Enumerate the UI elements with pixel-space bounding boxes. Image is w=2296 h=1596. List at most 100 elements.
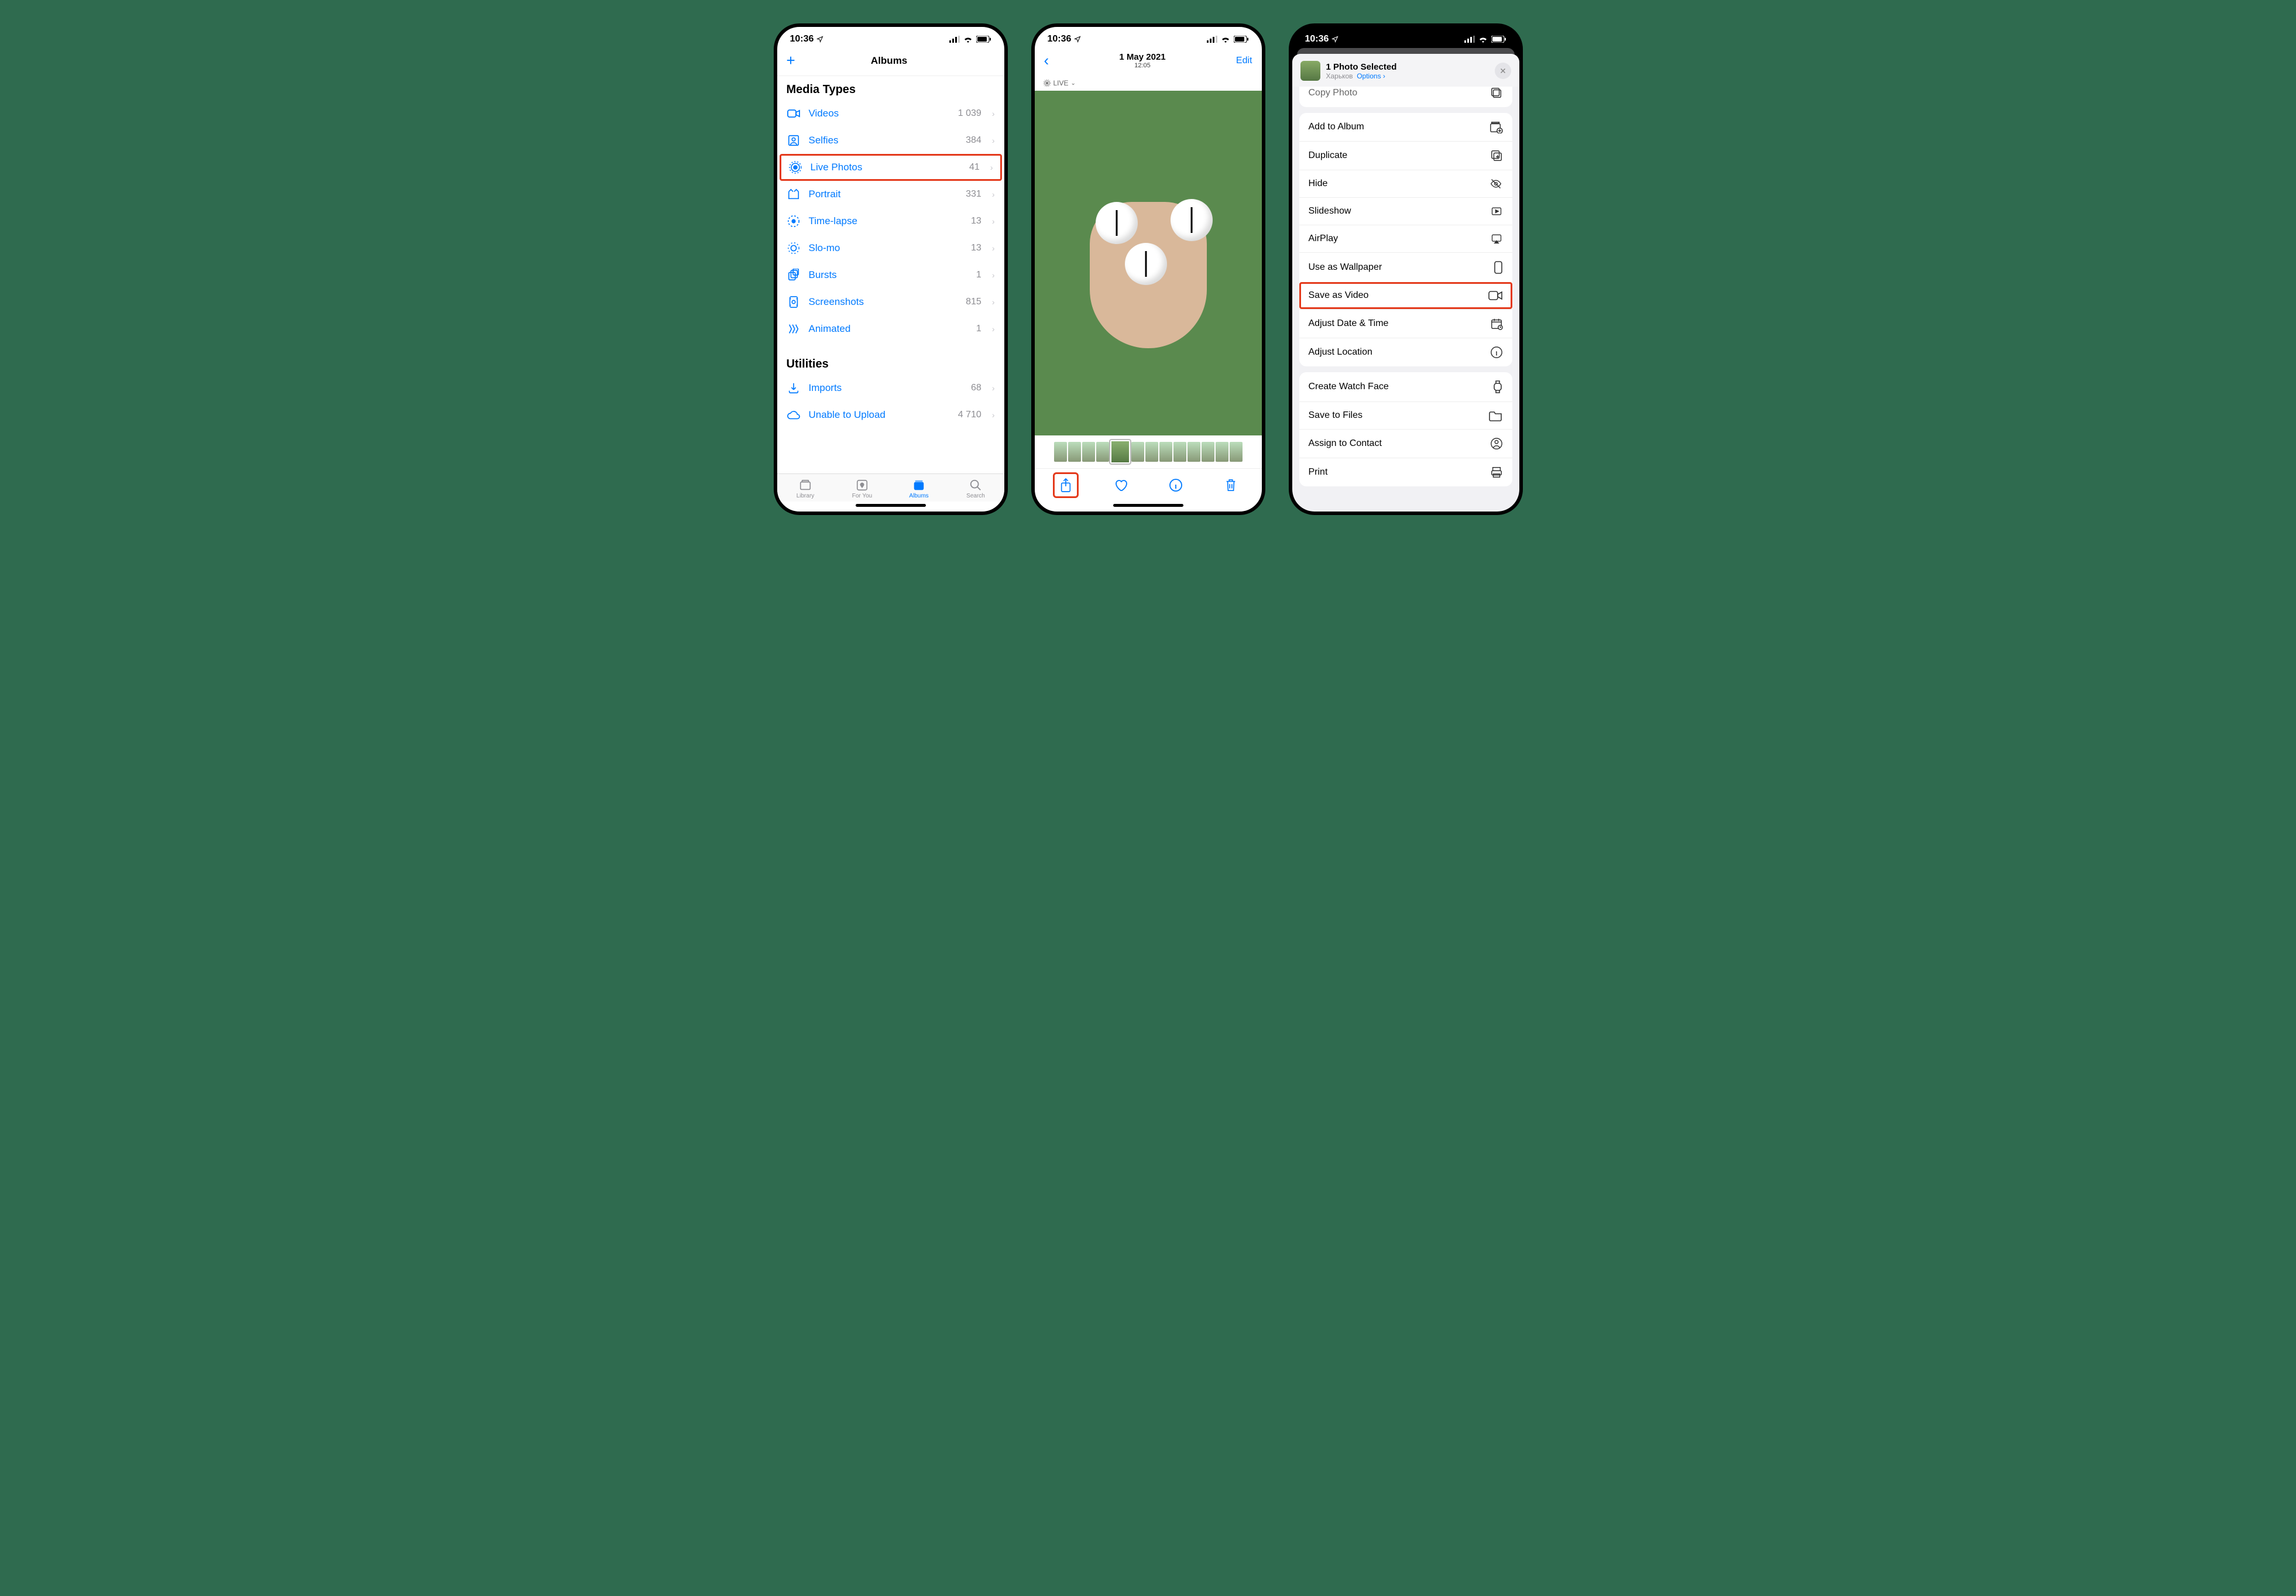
photo-nav-bar: ‹ 1 May 2021 12:05 Edit — [1035, 48, 1262, 75]
favorite-button[interactable] — [1108, 472, 1134, 498]
chevron-down-icon: ⌄ — [1071, 80, 1076, 87]
row-label: Selfies — [809, 135, 958, 146]
back-button[interactable]: ‹ — [1044, 52, 1049, 70]
action-group-1: Add to Album Duplicate Hide Slideshow Ai… — [1299, 113, 1512, 366]
action-add-to-album[interactable]: Add to Album — [1299, 113, 1512, 141]
row-live-photos[interactable]: Live Photos 41 › — [780, 154, 1002, 181]
row-portrait[interactable]: Portrait 331 › — [777, 181, 1004, 208]
action-duplicate[interactable]: Duplicate — [1299, 141, 1512, 170]
albums-content[interactable]: Media Types Videos 1 039 › Selfies 384 ›… — [777, 76, 1004, 473]
tab-search[interactable]: Search — [948, 479, 1004, 499]
row-imports[interactable]: Imports 68 › — [777, 375, 1004, 401]
thumb-item[interactable] — [1054, 442, 1067, 462]
tab-library[interactable]: Library — [777, 479, 834, 499]
action-label: Hide — [1309, 179, 1328, 189]
close-button[interactable] — [1495, 63, 1511, 79]
heart-icon — [1113, 478, 1128, 492]
status-bar: 10:36 — [777, 27, 1004, 48]
row-bursts[interactable]: Bursts 1 › — [777, 262, 1004, 289]
action-label: AirPlay — [1309, 234, 1339, 244]
share-button[interactable] — [1053, 472, 1079, 498]
row-timelapse[interactable]: Time-lapse 13 › — [777, 208, 1004, 235]
action-hide[interactable]: Hide — [1299, 170, 1512, 197]
selfie-icon — [787, 133, 801, 147]
tab-bar: Library For You Albums Search — [777, 473, 1004, 502]
photo-viewer[interactable] — [1035, 91, 1262, 435]
signal-icon — [1464, 36, 1475, 43]
action-assign-contact[interactable]: Assign to Contact — [1299, 429, 1512, 458]
location-icon — [816, 36, 823, 43]
wifi-icon — [1221, 36, 1230, 43]
share-title: 1 Photo Selected — [1326, 62, 1489, 72]
row-screenshots[interactable]: Screenshots 815 › — [777, 289, 1004, 315]
row-count: 13 — [971, 243, 981, 253]
action-airplay[interactable]: AirPlay — [1299, 225, 1512, 252]
action-wallpaper[interactable]: Use as Wallpaper — [1299, 252, 1512, 282]
row-animated[interactable]: Animated 1 › — [777, 315, 1004, 342]
action-adjust-location[interactable]: Adjust Location — [1299, 338, 1512, 366]
chevron-right-icon: › — [992, 383, 995, 393]
row-label: Live Photos — [811, 162, 962, 173]
status-time: 10:36 — [1048, 34, 1072, 44]
row-count: 331 — [966, 189, 981, 200]
thumb-item[interactable] — [1216, 442, 1228, 462]
thumb-item[interactable] — [1230, 442, 1243, 462]
status-time: 10:36 — [1305, 34, 1329, 44]
thumb-item[interactable] — [1096, 442, 1109, 462]
live-label: LIVE — [1053, 79, 1069, 87]
photo-content — [1090, 202, 1207, 348]
action-print[interactable]: Print — [1299, 458, 1512, 486]
chevron-right-icon: › — [992, 136, 995, 145]
info-button[interactable] — [1163, 472, 1189, 498]
thumb-item[interactable] — [1159, 442, 1172, 462]
thumb-item[interactable] — [1068, 442, 1081, 462]
thumb-item[interactable] — [1188, 442, 1200, 462]
row-count: 1 039 — [958, 108, 981, 119]
live-badge[interactable]: LIVE ⌄ — [1035, 75, 1262, 91]
action-save-video[interactable]: Save as Video — [1299, 282, 1512, 309]
row-videos[interactable]: Videos 1 039 › — [777, 100, 1004, 127]
row-count: 68 — [971, 383, 981, 393]
row-count: 1 — [976, 270, 981, 280]
action-save-files[interactable]: Save to Files — [1299, 401, 1512, 429]
options-link[interactable]: Options › — [1357, 72, 1385, 80]
row-label: Bursts — [809, 269, 968, 281]
wifi-icon — [1478, 36, 1488, 43]
action-group-2: Create Watch Face Save to Files Assign t… — [1299, 372, 1512, 486]
action-adjust-date[interactable]: Adjust Date & Time — [1299, 309, 1512, 338]
action-watch-face[interactable]: Create Watch Face — [1299, 372, 1512, 401]
thumb-item[interactable] — [1131, 442, 1144, 462]
print-icon — [1490, 466, 1503, 479]
home-indicator[interactable] — [856, 504, 926, 507]
tab-foryou[interactable]: For You — [834, 479, 891, 499]
actions-scroll[interactable]: Copy Photo Add to Album Duplicate Hide — [1292, 84, 1519, 512]
thumb-item[interactable] — [1202, 442, 1214, 462]
add-button[interactable]: + — [787, 52, 795, 70]
action-label: Print — [1309, 467, 1328, 478]
row-count: 41 — [969, 162, 980, 173]
share-icon — [1059, 478, 1072, 493]
row-unable-upload[interactable]: Unable to Upload 4 710 › — [777, 401, 1004, 428]
thumb-item[interactable] — [1173, 442, 1186, 462]
tab-label: Library — [797, 493, 815, 499]
thumb-item[interactable] — [1145, 442, 1158, 462]
thumb-current[interactable] — [1110, 440, 1130, 464]
timelapse-icon — [787, 214, 801, 228]
thumb-item[interactable] — [1082, 442, 1095, 462]
action-group-cut: Copy Photo — [1299, 87, 1512, 107]
row-slomo[interactable]: Slo-mo 13 › — [777, 235, 1004, 262]
chevron-right-icon: › — [992, 109, 995, 118]
home-indicator[interactable] — [1113, 504, 1183, 507]
row-selfies[interactable]: Selfies 384 › — [777, 127, 1004, 154]
action-label: Duplicate — [1309, 150, 1348, 161]
edit-button[interactable]: Edit — [1236, 56, 1252, 66]
action-copy-photo[interactable]: Copy Photo — [1299, 87, 1512, 107]
delete-button[interactable] — [1218, 472, 1244, 498]
action-label: Add to Album — [1309, 122, 1364, 132]
action-slideshow[interactable]: Slideshow — [1299, 197, 1512, 225]
tab-albums[interactable]: Albums — [891, 479, 948, 499]
thumbnail-strip[interactable] — [1035, 435, 1262, 468]
airplay-icon — [1490, 233, 1503, 245]
row-count: 384 — [966, 135, 981, 146]
row-label: Screenshots — [809, 296, 958, 308]
